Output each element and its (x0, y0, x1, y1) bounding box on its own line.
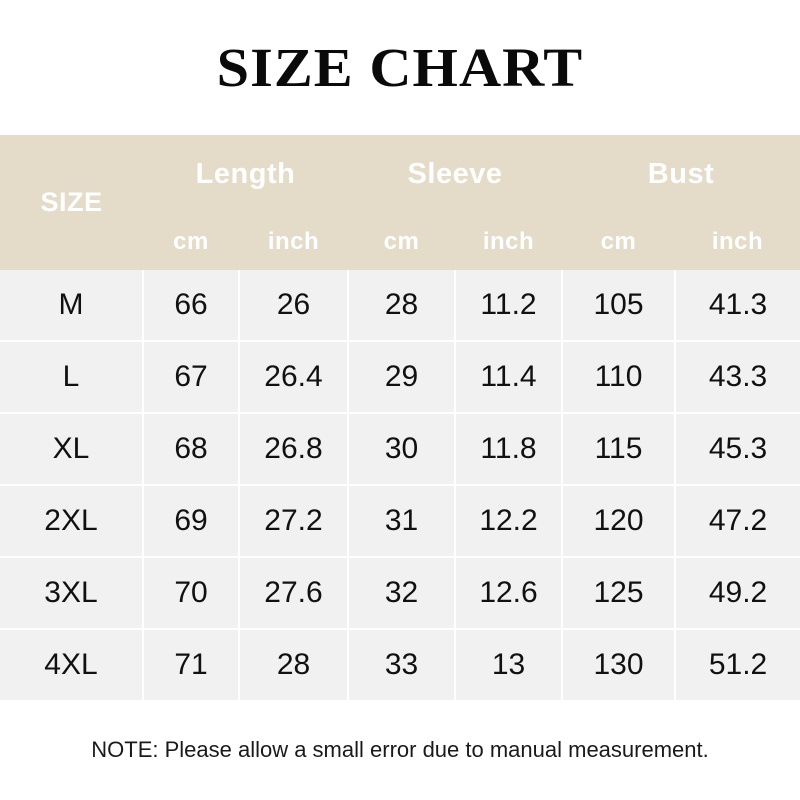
cell-length-inch: 26.8 (239, 413, 349, 486)
column-header-size: SIZE (0, 135, 143, 270)
cell-length-cm: 70 (143, 557, 240, 630)
cell-length-cm: 68 (143, 413, 240, 486)
cell-bust-inch: 41.3 (675, 270, 800, 342)
cell-bust-inch: 51.2 (675, 629, 800, 700)
table-row: 3XL 70 27.6 32 12.6 125 49.2 (0, 557, 800, 630)
cell-size: XL (0, 413, 144, 486)
cell-sleeve-inch: 13 (455, 629, 564, 700)
table-row: L 67 26.4 29 11.4 110 43.3 (0, 341, 800, 414)
size-chart-table: SIZE Length Sleeve Bust cm inch cm inch … (0, 135, 800, 700)
table-header-group-row: SIZE Length Sleeve Bust (0, 135, 800, 270)
cell-length-inch: 26.4 (239, 341, 349, 414)
measurement-note: NOTE: Please allow a small error due to … (91, 737, 709, 762)
column-group-header-bust: Bust (562, 135, 800, 213)
page-title: SIZE CHART (216, 37, 584, 98)
cell-length-cm: 69 (143, 485, 240, 558)
cell-sleeve-cm: 33 (348, 629, 456, 700)
cell-size: 3XL (0, 557, 144, 630)
column-header-bust-cm: cm (562, 213, 676, 270)
cell-length-inch: 27.6 (239, 557, 349, 630)
cell-length-inch: 27.2 (239, 485, 349, 558)
cell-bust-inch: 43.3 (675, 341, 800, 414)
cell-length-cm: 66 (143, 270, 240, 342)
cell-size: 2XL (0, 485, 144, 558)
cell-sleeve-inch: 11.4 (455, 341, 564, 414)
cell-sleeve-cm: 30 (348, 413, 456, 486)
cell-sleeve-cm: 29 (348, 341, 456, 414)
cell-sleeve-cm: 32 (348, 557, 456, 630)
cell-length-cm: 71 (143, 629, 240, 700)
column-header-sleeve-inch: inch (455, 213, 563, 270)
cell-sleeve-inch: 11.2 (455, 270, 564, 342)
cell-sleeve-cm: 31 (348, 485, 456, 558)
cell-bust-inch: 47.2 (675, 485, 800, 558)
cell-sleeve-inch: 11.8 (455, 413, 564, 486)
cell-size: 4XL (0, 629, 144, 700)
cell-bust-cm: 110 (562, 341, 677, 414)
cell-bust-cm: 115 (562, 413, 677, 486)
column-group-header-length: Length (143, 135, 348, 213)
cell-length-inch: 26 (239, 270, 349, 342)
cell-sleeve-inch: 12.6 (455, 557, 564, 630)
table-header: SIZE Length Sleeve Bust cm inch cm inch … (0, 135, 800, 270)
cell-length-cm: 67 (143, 341, 240, 414)
table-row: XL 68 26.8 30 11.8 115 45.3 (0, 413, 800, 486)
table-row: 2XL 69 27.2 31 12.2 120 47.2 (0, 485, 800, 558)
cell-size: M (0, 270, 144, 342)
title-area: SIZE CHART (0, 0, 800, 135)
cell-size: L (0, 341, 144, 414)
cell-bust-inch: 49.2 (675, 557, 800, 630)
cell-sleeve-cm: 28 (348, 270, 456, 342)
cell-bust-cm: 125 (562, 557, 677, 630)
column-header-bust-inch: inch (675, 213, 800, 270)
cell-bust-cm: 120 (562, 485, 677, 558)
cell-length-inch: 28 (239, 629, 349, 700)
column-header-length-cm: cm (143, 213, 239, 270)
table-row: 4XL 71 28 33 13 130 51.2 (0, 629, 800, 700)
column-header-length-inch: inch (239, 213, 348, 270)
cell-bust-inch: 45.3 (675, 413, 800, 486)
column-header-sleeve-cm: cm (348, 213, 455, 270)
cell-sleeve-inch: 12.2 (455, 485, 564, 558)
cell-bust-cm: 105 (562, 270, 677, 342)
note-area: NOTE: Please allow a small error due to … (0, 700, 800, 800)
size-chart-page: SIZE CHART SIZE Length Sleeve Bust cm in… (0, 0, 800, 800)
table-row: M 66 26 28 11.2 105 41.3 (0, 270, 800, 342)
column-group-header-sleeve: Sleeve (348, 135, 563, 213)
table-body: M 66 26 28 11.2 105 41.3 L 67 26.4 29 11… (0, 270, 800, 700)
cell-bust-cm: 130 (562, 629, 677, 700)
